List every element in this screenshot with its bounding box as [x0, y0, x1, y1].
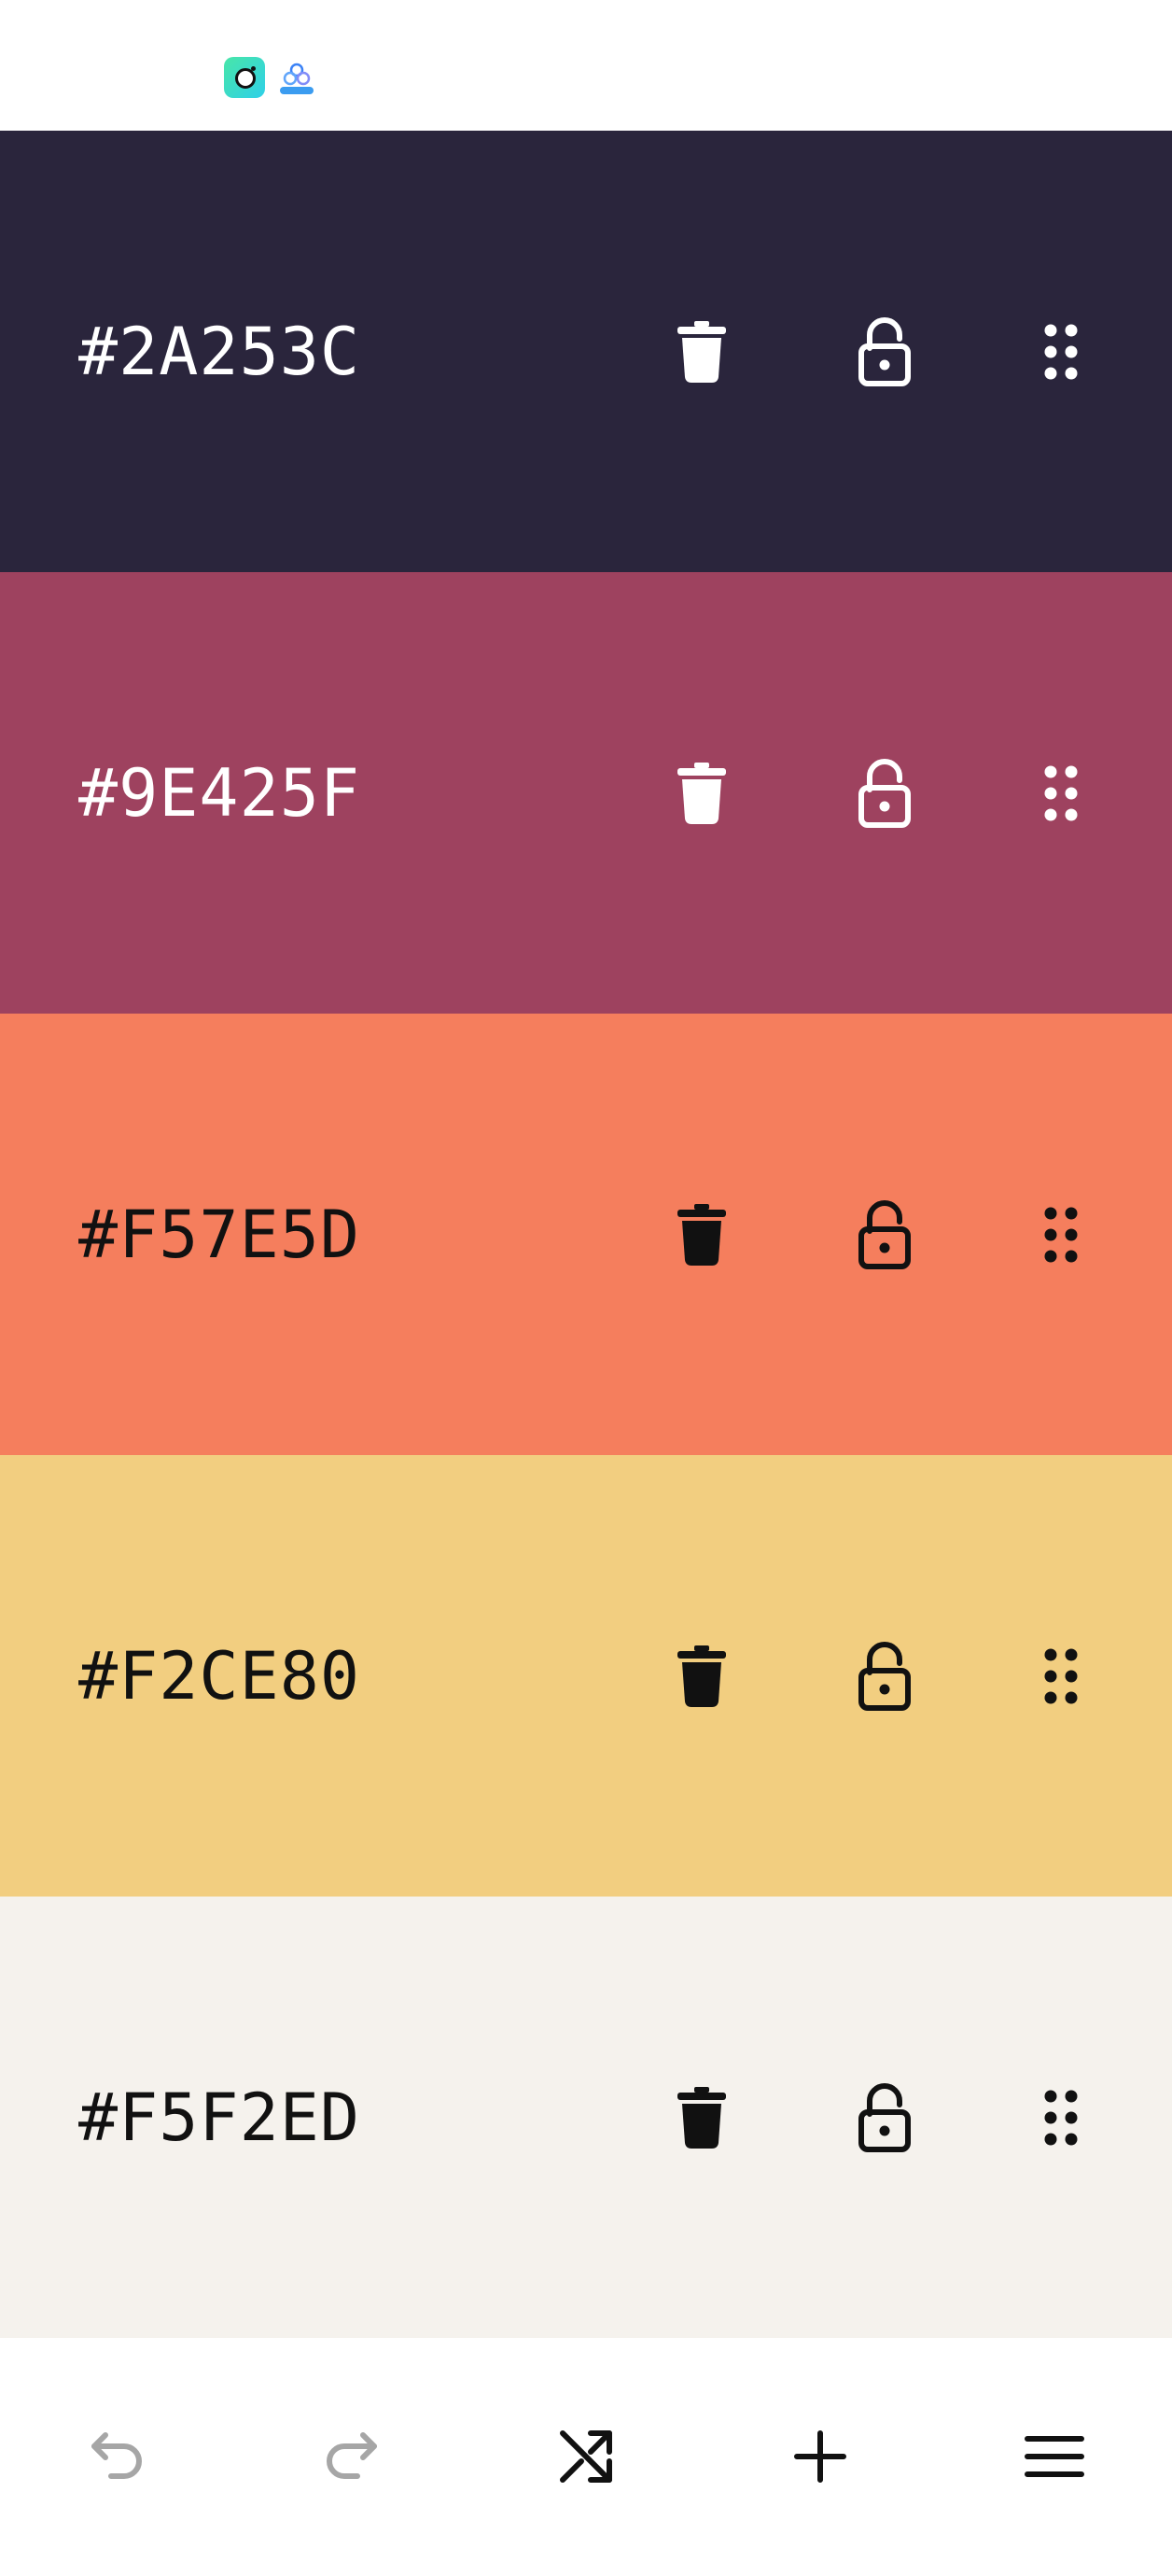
menu-icon [1025, 2436, 1084, 2477]
drag-handle-icon [1044, 324, 1078, 379]
lock-color-button[interactable] [843, 310, 927, 394]
delete-color-button[interactable] [660, 1193, 744, 1277]
undo-button[interactable] [62, 2401, 174, 2513]
drag-handle-button[interactable] [1019, 2076, 1103, 2160]
unlock-icon [858, 1199, 911, 1269]
delete-color-button[interactable] [660, 1634, 744, 1718]
plus-icon [794, 2430, 846, 2483]
unlock-icon [858, 2082, 911, 2152]
unlock-icon [858, 758, 911, 828]
color-swatch[interactable]: #F2CE80 [0, 1455, 1172, 1897]
swatch-hex-label[interactable]: #F2CE80 [78, 1638, 360, 1715]
redo-icon [327, 2432, 377, 2479]
drag-handle-button[interactable] [1019, 751, 1103, 835]
shuffle-button[interactable] [530, 2401, 642, 2513]
shuffle-icon [560, 2430, 612, 2483]
drag-handle-button[interactable] [1019, 1634, 1103, 1718]
unlock-icon [858, 1641, 911, 1711]
color-swatch[interactable]: #F57E5D [0, 1014, 1172, 1455]
delete-color-button[interactable] [660, 751, 744, 835]
drag-handle-icon [1044, 2090, 1078, 2145]
trash-icon [677, 1645, 726, 1707]
swatch-hex-label[interactable]: #9E425F [78, 755, 360, 832]
trash-icon [677, 762, 726, 824]
menu-button[interactable] [998, 2401, 1110, 2513]
color-swatch[interactable]: #9E425F [0, 572, 1172, 1014]
trash-icon [677, 1203, 726, 1266]
trash-icon [677, 2086, 726, 2149]
camera-app-icon [224, 57, 265, 98]
lock-color-button[interactable] [843, 1634, 927, 1718]
add-color-button[interactable] [764, 2401, 876, 2513]
redo-button[interactable] [295, 2401, 407, 2513]
delete-color-button[interactable] [660, 2076, 744, 2160]
bottom-toolbar [0, 2345, 1172, 2576]
status-bar [0, 0, 1172, 131]
color-swatch[interactable]: #2A253C [0, 131, 1172, 572]
trash-icon [677, 320, 726, 383]
drag-handle-icon [1044, 1207, 1078, 1262]
drag-handle-button[interactable] [1019, 310, 1103, 394]
color-palette: #2A253C #9E425F #F57E5D #F2CE80 #F5F2ED [0, 131, 1172, 2338]
lock-color-button[interactable] [843, 751, 927, 835]
drag-handle-button[interactable] [1019, 1193, 1103, 1277]
swatch-hex-label[interactable]: #F5F2ED [78, 2079, 360, 2156]
undo-icon [91, 2432, 142, 2479]
unlock-icon [858, 316, 911, 386]
lock-color-button[interactable] [843, 2076, 927, 2160]
flow-app-icon [276, 57, 317, 98]
lock-color-button[interactable] [843, 1193, 927, 1277]
swatch-hex-label[interactable]: #F57E5D [78, 1197, 360, 1273]
drag-handle-icon [1044, 1648, 1078, 1703]
swatch-hex-label[interactable]: #2A253C [78, 314, 360, 390]
color-swatch[interactable]: #F5F2ED [0, 1897, 1172, 2338]
drag-handle-icon [1044, 765, 1078, 820]
delete-color-button[interactable] [660, 310, 744, 394]
